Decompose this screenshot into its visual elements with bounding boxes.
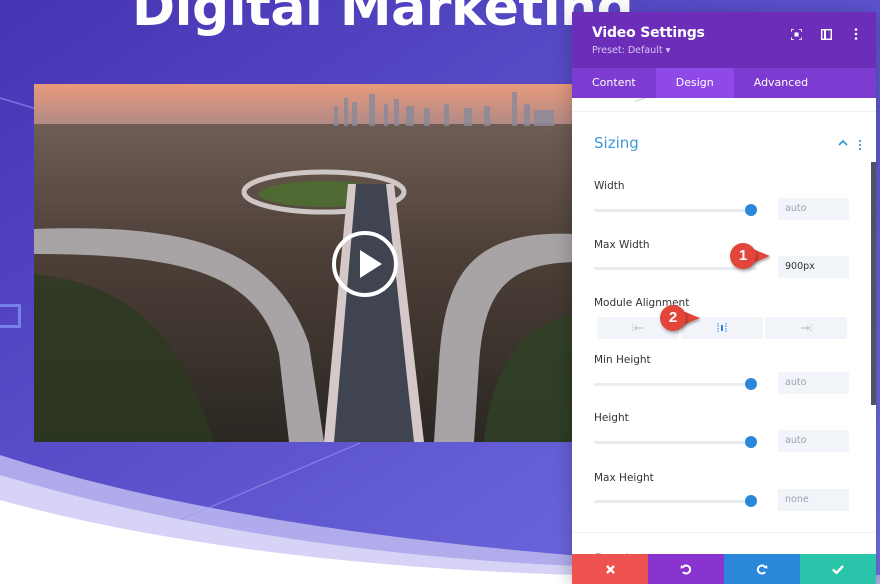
max-height-label: Max Height (594, 472, 654, 484)
slider-thumb[interactable] (745, 204, 757, 216)
section-divider (572, 532, 876, 533)
split-view-icon[interactable] (820, 28, 832, 40)
decorative-square (0, 304, 21, 328)
page-stage: Digital Marketing Video Settings Preset:… (0, 0, 880, 584)
fullscreen-icon[interactable] (790, 28, 802, 40)
align-left-icon (632, 324, 643, 332)
cancel-icon (605, 564, 615, 574)
video-thumbnail (34, 84, 574, 442)
save-check-icon (832, 564, 844, 574)
slider-thumb[interactable] (745, 378, 757, 390)
callout-number: 2 (660, 305, 686, 331)
hero-title: Digital Marketing (132, 0, 634, 38)
video-module[interactable] (34, 84, 574, 442)
max-width-label: Max Width (594, 239, 650, 251)
tab-content[interactable]: Content (572, 68, 656, 98)
preset-dropdown[interactable]: Preset: Default ▾ (592, 45, 876, 56)
play-button[interactable] (332, 231, 398, 297)
callout-2: 2 (660, 305, 708, 331)
callout-number: 1 (730, 243, 756, 269)
min-height-label: Min Height (594, 354, 651, 366)
min-height-slider[interactable] (594, 378, 757, 390)
module-alignment-group (597, 317, 847, 339)
tab-design[interactable]: Design (655, 68, 734, 98)
video-settings-panel: Video Settings Preset: Default ▾ Content… (572, 12, 876, 584)
redo-icon (756, 564, 768, 575)
width-slider[interactable] (594, 204, 757, 216)
undo-button[interactable] (648, 554, 724, 584)
width-label: Width (594, 180, 625, 192)
undo-icon (680, 564, 692, 575)
width-input[interactable]: auto (778, 198, 849, 220)
max-width-input[interactable]: 900px (778, 256, 849, 278)
slider-thumb[interactable] (745, 436, 757, 448)
cancel-button[interactable] (572, 554, 648, 584)
panel-tabs: Content Design Advanced (572, 68, 876, 98)
max-height-slider[interactable] (594, 495, 757, 507)
section-options-icon[interactable] (858, 138, 862, 151)
slider-thumb[interactable] (745, 495, 757, 507)
previous-section-edge (572, 98, 876, 112)
align-right-icon (801, 324, 812, 332)
panel-header: Video Settings Preset: Default ▾ (572, 12, 876, 68)
chevron-up-icon[interactable] (838, 138, 848, 149)
callout-1: 1 (730, 243, 778, 269)
align-right-button[interactable] (765, 317, 847, 339)
height-label: Height (594, 412, 629, 424)
save-button[interactable] (800, 554, 876, 584)
max-height-input[interactable]: none (778, 489, 849, 511)
panel-body: Sizing Width auto Max Width 900px Module… (572, 98, 876, 554)
height-input[interactable]: auto (778, 430, 849, 452)
align-center-icon (717, 323, 727, 333)
section-title-sizing[interactable]: Sizing (594, 134, 639, 152)
min-height-input[interactable]: auto (778, 372, 849, 394)
height-slider[interactable] (594, 436, 757, 448)
panel-scrollbar[interactable] (871, 162, 876, 405)
tab-advanced[interactable]: Advanced (734, 68, 828, 98)
redo-button[interactable] (724, 554, 800, 584)
panel-footer (572, 554, 876, 584)
more-options-icon[interactable] (850, 28, 862, 40)
